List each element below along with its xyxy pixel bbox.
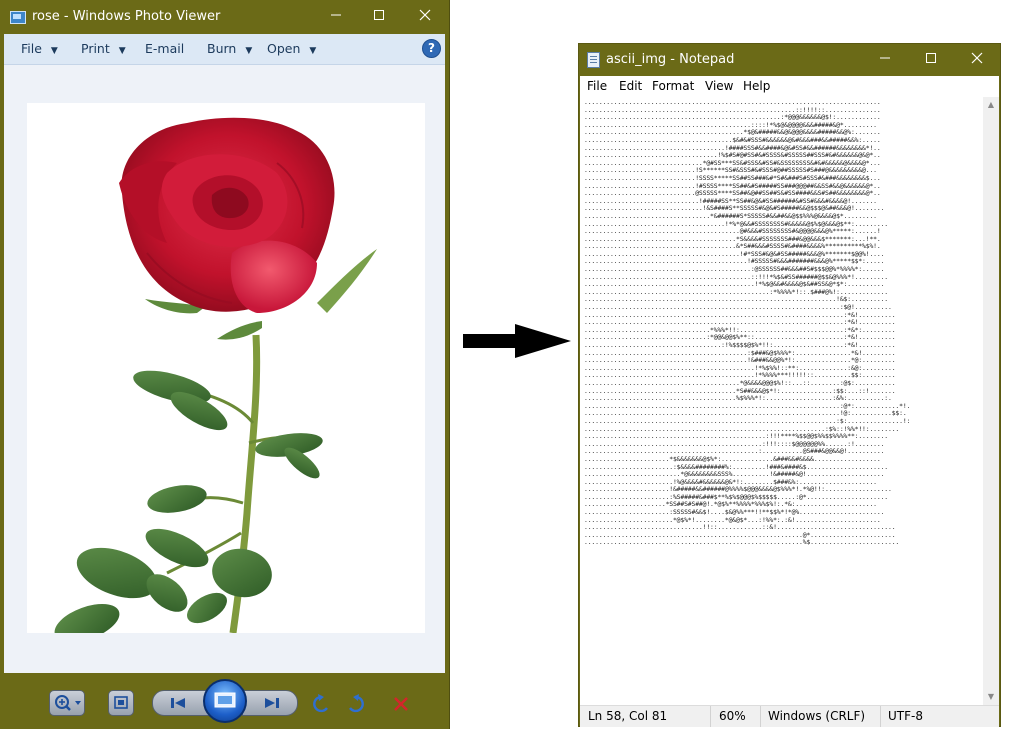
menu-burn-label: Burn — [207, 41, 237, 56]
notepad-window: ascii_img - Notepad File Edit Format Vie… — [578, 43, 1001, 727]
notepad-menu-help[interactable]: Help — [743, 79, 770, 93]
cursor-position: Ln 58, Col 81 — [588, 709, 668, 723]
chevron-down-icon: ▼ — [50, 46, 58, 56]
menu-print[interactable]: Print ▼ — [81, 41, 126, 56]
maximize-icon — [374, 10, 384, 20]
notepad-text-area[interactable]: ........................................… — [580, 97, 983, 705]
photo-viewer-titlebar[interactable]: rose - Windows Photo Viewer — [0, 0, 449, 34]
chevron-down-icon: ▼ — [245, 46, 253, 56]
status-divider — [760, 706, 761, 727]
menu-file-label: File — [21, 41, 42, 56]
close-icon — [971, 52, 983, 64]
chevron-down-icon: ▼ — [118, 46, 126, 56]
status-divider — [880, 706, 881, 727]
photo-viewer-app-icon — [10, 11, 26, 24]
scroll-up-icon[interactable]: ▲ — [983, 97, 999, 113]
delete-icon — [394, 697, 408, 711]
zoom-level: 60% — [719, 709, 746, 723]
menu-print-label: Print — [81, 41, 110, 56]
maximize-icon — [926, 53, 936, 63]
notepad-title: ascii_img - Notepad — [606, 52, 735, 67]
menu-open[interactable]: Open ▼ — [267, 41, 316, 56]
actual-size-icon — [114, 696, 128, 709]
notepad-close-button[interactable] — [957, 47, 997, 73]
slideshow-icon — [214, 692, 236, 708]
menu-email[interactable]: E-mail — [145, 41, 184, 56]
right-arrow-icon — [463, 324, 571, 358]
encoding: UTF-8 — [888, 709, 923, 723]
notepad-titlebar[interactable]: ascii_img - Notepad — [579, 44, 1000, 76]
help-icon: ? — [428, 41, 435, 55]
notepad-menu-edit[interactable]: Edit — [619, 79, 642, 93]
actual-size-button[interactable] — [108, 690, 134, 716]
photo-display-area — [4, 65, 445, 673]
notepad-minimize-button[interactable] — [865, 47, 905, 73]
close-icon — [419, 9, 431, 21]
rotate-clockwise-button[interactable] — [342, 692, 368, 720]
notepad-menu-format[interactable]: Format — [652, 79, 694, 93]
scroll-down-icon[interactable]: ▼ — [983, 689, 999, 705]
rotate-counterclockwise-button[interactable] — [309, 692, 335, 720]
notepad-app-icon — [587, 52, 600, 68]
close-button[interactable] — [405, 4, 445, 30]
slideshow-button[interactable] — [203, 679, 247, 723]
status-divider — [710, 706, 711, 727]
chevron-down-icon: ▼ — [309, 46, 317, 56]
line-ending: Windows (CRLF) — [768, 709, 866, 723]
menu-file[interactable]: File ▼ — [21, 41, 58, 56]
next-button[interactable] — [242, 690, 298, 716]
menu-email-label: E-mail — [145, 41, 185, 56]
menu-open-label: Open — [267, 41, 301, 56]
notepad-statusbar: Ln 58, Col 81 60% Windows (CRLF) UTF-8 — [580, 705, 999, 727]
rotate-cw-icon — [349, 694, 364, 713]
rose-photo — [27, 103, 425, 643]
next-icon — [265, 698, 279, 708]
maximize-button[interactable] — [359, 4, 399, 30]
zoom-icon — [55, 695, 81, 711]
rotate-ccw-icon — [313, 694, 328, 713]
notepad-menu-view[interactable]: View — [705, 79, 733, 93]
previous-icon — [171, 698, 185, 708]
photo-viewer-title: rose - Windows Photo Viewer — [32, 9, 221, 24]
notepad-menubar: File Edit Format View Help — [580, 76, 999, 97]
photo-viewer-toolbar — [0, 673, 449, 729]
help-button[interactable]: ? — [422, 39, 441, 58]
delete-button[interactable] — [390, 693, 412, 719]
rose-illustration — [54, 117, 377, 643]
photo-viewer-window: rose - Windows Photo Viewer File ▼ Print ▼… — [0, 0, 450, 729]
previous-button[interactable] — [152, 690, 210, 716]
zoom-button[interactable] — [49, 690, 85, 716]
notepad-maximize-button[interactable] — [911, 47, 951, 73]
minimize-icon — [880, 57, 890, 59]
photo-viewer-menubar: File ▼ Print ▼ E-mail Burn ▼ Open ▼ ? — [4, 34, 445, 65]
minimize-button[interactable] — [316, 4, 356, 30]
minimize-icon — [331, 14, 341, 16]
menu-burn[interactable]: Burn ▼ — [207, 41, 252, 56]
ascii-art-content: ........................................… — [584, 98, 911, 547]
vertical-scrollbar[interactable]: ▲ ▼ — [983, 97, 999, 705]
notepad-menu-file[interactable]: File — [587, 79, 607, 93]
